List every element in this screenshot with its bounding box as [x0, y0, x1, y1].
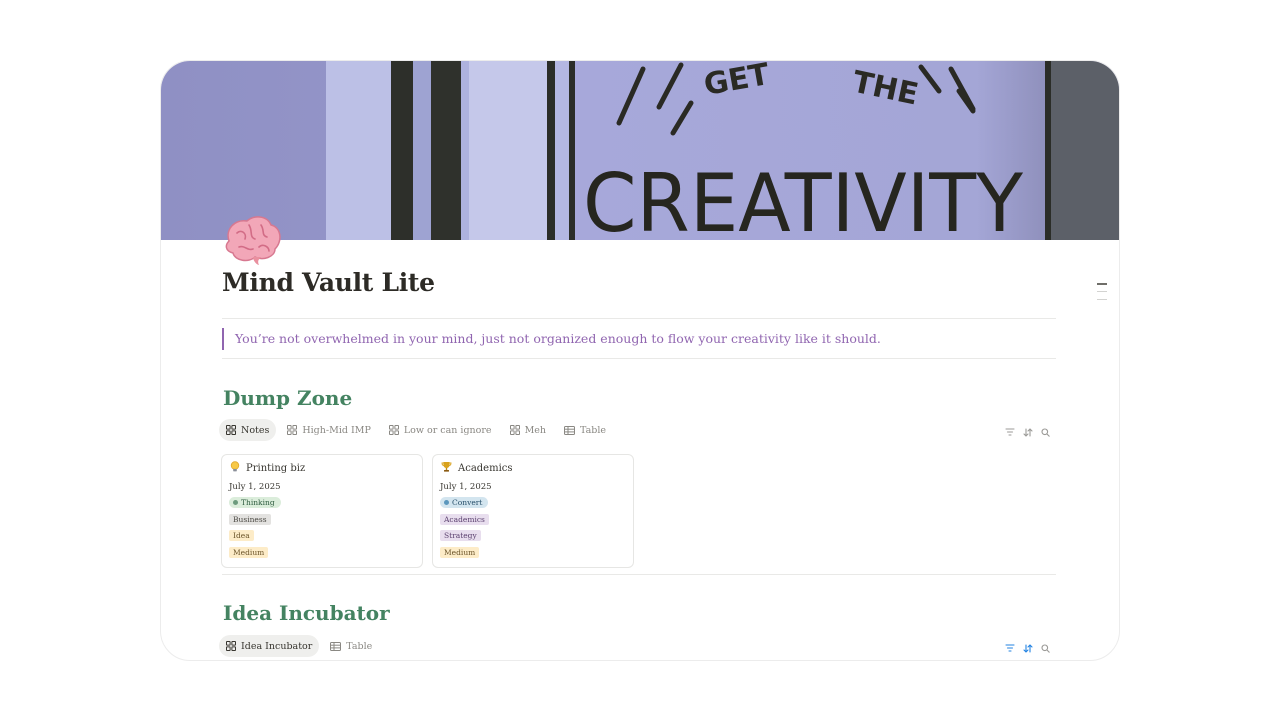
tag-business: Business: [229, 514, 271, 525]
page-frame: GET THE CREATIVITY Mind Vault Lite You’r…: [160, 60, 1120, 661]
sort-icon[interactable]: [1023, 427, 1033, 437]
tab-label: Meh: [524, 424, 547, 436]
dump-zone-heading[interactable]: Dump Zone: [223, 386, 352, 410]
card-header: Printing biz: [230, 461, 305, 476]
tab-low-or-can-ignore[interactable]: Low or can ignore: [382, 419, 499, 441]
tab-label: Table: [346, 640, 373, 652]
table-icon: [564, 425, 576, 435]
card-date: July 1, 2025: [440, 482, 492, 492]
gallery-icon: [388, 425, 399, 435]
gallery-icon: [226, 641, 236, 651]
idea-incubator-toolbar: [1005, 641, 1050, 655]
card-date: July 1, 2025: [229, 482, 281, 492]
card-title: Academics: [458, 462, 513, 474]
dump-zone-toolbar: [1005, 425, 1050, 439]
tab-notes[interactable]: Notes: [219, 419, 277, 441]
card-academics[interactable]: Academics July 1, 2025 Convert Academics…: [432, 454, 634, 568]
tag-academics: Academics: [440, 514, 489, 525]
gallery-icon: [287, 425, 298, 435]
tab-label: Table: [580, 424, 607, 436]
card-printing-biz[interactable]: Printing biz July 1, 2025 Thinking Busin…: [221, 454, 423, 568]
tab-idea-incubator[interactable]: Idea Incubator: [219, 635, 320, 657]
tag-medium: Medium: [440, 547, 480, 558]
gallery-icon: [226, 425, 236, 435]
tab-label: Idea Incubator: [241, 640, 313, 652]
page-quote[interactable]: You’re not overwhelmed in your mind, jus…: [222, 328, 881, 350]
tag-strategy: Strategy: [440, 530, 481, 541]
outline-marker[interactable]: [1097, 283, 1107, 285]
brain-icon[interactable]: [219, 211, 283, 267]
idea-incubator-view-tabs: Idea Incubator Table: [219, 635, 379, 657]
outline-marker[interactable]: [1097, 299, 1107, 300]
status-badge: Convert: [440, 497, 489, 508]
tab-table[interactable]: Table: [557, 419, 613, 441]
page-title[interactable]: Mind Vault Lite: [222, 268, 435, 297]
tab-label: Notes: [241, 424, 270, 436]
tab-meh[interactable]: Meh: [503, 419, 553, 441]
status-badge: Thinking: [229, 497, 281, 508]
tab-high-mid-imp[interactable]: High-Mid IMP: [280, 419, 377, 441]
tab-label: Low or can ignore: [403, 424, 492, 436]
divider: [222, 574, 1056, 575]
search-icon[interactable]: [1041, 427, 1050, 437]
status-label: Thinking: [241, 498, 275, 507]
svg-text:CREATIVITY: CREATIVITY: [583, 157, 1024, 240]
idea-incubator-heading[interactable]: Idea Incubator: [223, 601, 390, 625]
status-label: Convert: [452, 498, 483, 507]
tab-label: High-Mid IMP: [302, 424, 371, 436]
dump-zone-view-tabs: Notes High-Mid IMP Low or can ignore Meh…: [219, 419, 613, 441]
trophy-icon: [441, 461, 452, 475]
tag-medium: Medium: [229, 547, 269, 558]
card-header: Academics: [441, 461, 513, 475]
cover-image: GET THE CREATIVITY: [161, 61, 1119, 240]
card-title: Printing biz: [246, 463, 306, 474]
divider: [222, 358, 1056, 359]
filter-icon[interactable]: [1005, 644, 1015, 652]
gallery-icon: [509, 425, 520, 435]
tab-table[interactable]: Table: [323, 635, 379, 657]
tag-idea: Idea: [229, 530, 254, 541]
divider: [222, 318, 1056, 319]
table-icon: [330, 641, 342, 651]
search-icon[interactable]: [1041, 643, 1050, 653]
filter-icon[interactable]: [1005, 428, 1015, 436]
outline-marker[interactable]: [1097, 291, 1107, 292]
sort-icon[interactable]: [1023, 643, 1033, 653]
lightbulb-icon: [230, 461, 240, 476]
